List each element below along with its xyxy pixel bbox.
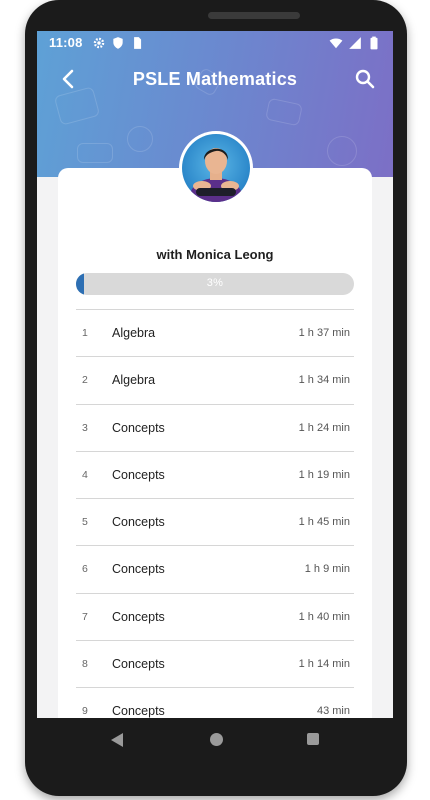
lesson-title: Algebra (112, 373, 156, 388)
lesson-row[interactable]: 5 Concepts 1 h 45 min (76, 498, 354, 545)
lesson-row[interactable]: 3 Concepts 1 h 24 min (76, 403, 354, 451)
system-navigation-bar (25, 718, 407, 762)
lesson-duration: 1 h 37 min (298, 327, 350, 339)
lesson-row[interactable]: 8 Concepts 1 h 14 min (76, 640, 354, 687)
lesson-row[interactable]: 1 Algebra 1 h 37 min (76, 309, 354, 356)
lesson-duration: 1 h 14 min (298, 658, 350, 671)
lesson-title: Concepts (112, 515, 165, 530)
nav-home-icon[interactable] (210, 733, 223, 746)
lesson-title: Concepts (112, 420, 165, 435)
page-title: PSLE Mathematics (132, 69, 298, 89)
doodle-decoration (77, 143, 113, 163)
doodle-decoration (265, 97, 303, 127)
lesson-number: 9 (82, 705, 88, 718)
lesson-duration: 1 h 19 min (298, 468, 350, 481)
lesson-duration: 1 h 24 min (298, 421, 350, 434)
progress-label: 3% (206, 277, 224, 289)
lesson-duration: 43 min (316, 705, 350, 718)
lesson-title: Concepts (112, 467, 165, 482)
lesson-title: Concepts (112, 704, 165, 718)
lesson-number: 2 (82, 374, 88, 387)
course-progress-bar: 3% (76, 273, 354, 295)
sim-card-icon (134, 37, 142, 49)
lesson-title: Concepts (112, 657, 165, 672)
lesson-number: 6 (82, 563, 88, 576)
lesson-duration: 1 h 40 min (298, 610, 350, 623)
lesson-number: 4 (82, 468, 88, 481)
app-screen: 11:08 PSLE Mathematics with Monica Leong… (37, 31, 393, 718)
shield-icon (113, 37, 123, 49)
lesson-number: 3 (82, 421, 88, 434)
lesson-list: 1 Algebra 1 h 37 min 2 Algebra 1 h 34 min 3 Con… (76, 309, 354, 718)
lesson-number: 5 (82, 516, 88, 529)
status-bar: 11:08 (37, 31, 393, 55)
lesson-duration: 1 h 34 min (298, 374, 350, 387)
doodle-decoration (327, 136, 357, 166)
status-time: 11:08 (49, 35, 83, 50)
lesson-row[interactable]: 6 Concepts 1 h 9 min (76, 545, 354, 592)
lesson-row[interactable]: 2 Algebra 1 h 34 min (76, 356, 354, 403)
search-icon[interactable] (353, 67, 377, 91)
cellular-signal-icon (349, 37, 361, 49)
avatar (179, 131, 253, 205)
app-bar: PSLE Mathematics (37, 63, 393, 95)
lesson-title: Algebra (112, 326, 156, 340)
lesson-row[interactable]: 9 Concepts 43 min (76, 687, 354, 718)
lesson-number: 1 (82, 327, 88, 339)
phone-speaker (208, 12, 300, 19)
tutor-portrait-image (190, 148, 242, 202)
lesson-title: Concepts (112, 609, 165, 624)
course-card: with Monica Leong 3% 1 Algebra 1 h 37 min 2… (58, 168, 372, 718)
lesson-number: 8 (82, 658, 88, 671)
lesson-row[interactable]: 7 Concepts 1 h 40 min (76, 592, 354, 640)
wifi-icon (329, 38, 343, 49)
lesson-duration: 1 h 45 min (298, 516, 350, 529)
gear-icon (93, 37, 105, 49)
lesson-duration: 1 h 9 min (304, 563, 350, 576)
nav-back-icon[interactable] (110, 732, 124, 748)
lesson-row[interactable]: 4 Concepts 1 h 19 min (76, 450, 354, 498)
nav-recents-icon[interactable] (307, 733, 319, 745)
battery-icon (370, 36, 378, 50)
tutor-photo (182, 134, 250, 202)
lesson-title: Concepts (112, 562, 165, 577)
tutor-name: with Monica Leong (156, 247, 274, 262)
doodle-decoration (127, 126, 153, 152)
lesson-number: 7 (82, 610, 88, 623)
